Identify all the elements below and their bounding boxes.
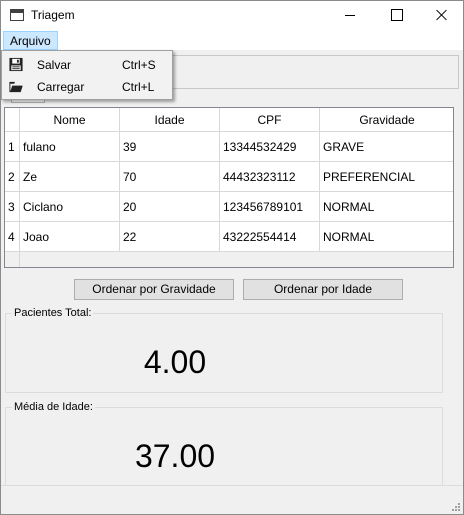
media-idade-label: Média de Idade: [12, 401, 95, 413]
row-header[interactable]: 3 [5, 192, 20, 222]
table-cell[interactable]: Joao [20, 222, 120, 252]
table-cell[interactable]: 13344532429 [220, 132, 320, 162]
save-icon [9, 57, 23, 72]
status-bar [1, 486, 463, 514]
table-cell[interactable]: 39 [120, 132, 220, 162]
row-header[interactable]: 1 [5, 132, 20, 162]
menu-item-salvar-shortcut: Ctrl+S [122, 58, 156, 72]
row-header[interactable]: 4 [5, 222, 20, 252]
table-empty-row-header [5, 252, 20, 267]
table-cell[interactable]: NORMAL [320, 192, 453, 222]
menu-item-salvar-label: Salvar [37, 58, 72, 72]
table-cell[interactable]: Ciclano [20, 192, 120, 222]
media-idade-value: 37.00 [134, 438, 216, 474]
maximize-button[interactable] [373, 1, 419, 30]
menu-bar: Arquivo [1, 30, 463, 50]
minimize-button[interactable] [327, 1, 373, 30]
table-cell[interactable]: 22 [120, 222, 220, 252]
pacientes-total-label: Pacientes Total: [12, 307, 94, 319]
sort-by-gravidade-button[interactable]: Ordenar por Gravidade [74, 279, 234, 300]
table-cell[interactable]: GRAVE [320, 132, 453, 162]
column-header-gravidade[interactable]: Gravidade [320, 108, 453, 132]
table-cell[interactable]: 43222554414 [220, 222, 320, 252]
column-header-cpf[interactable]: CPF [220, 108, 320, 132]
patients-table[interactable]: Nome Idade CPF Gravidade 1 fulano 39 133… [4, 107, 454, 268]
window-app-icon [10, 9, 24, 21]
column-header-nome[interactable]: Nome [20, 108, 120, 132]
media-idade-group: Média de Idade: 37.00 [5, 401, 443, 487]
table-cell[interactable]: Ze [20, 162, 120, 192]
column-header-idade[interactable]: Idade [120, 108, 220, 132]
table-cell[interactable]: 123456789101 [220, 192, 320, 222]
title-bar: Triagem [1, 1, 463, 30]
window-title: Triagem [31, 8, 75, 22]
main-window: Triagem Arquivo Salvar Ctrl+S Carregar C… [0, 0, 464, 515]
table-cell[interactable]: 70 [120, 162, 220, 192]
resize-grip-icon[interactable] [450, 501, 460, 511]
menu-item-carregar[interactable]: Carregar Ctrl+L [2, 76, 172, 98]
sort-by-idade-button[interactable]: Ordenar por Idade [243, 279, 403, 300]
table-cell[interactable]: 44432323112 [220, 162, 320, 192]
folder-icon [9, 81, 23, 93]
menu-item-salvar[interactable]: Salvar Ctrl+S [2, 54, 172, 76]
table-cell[interactable]: PREFERENCIAL [320, 162, 453, 192]
arquivo-dropdown: Salvar Ctrl+S Carregar Ctrl+L [1, 50, 173, 100]
pacientes-total-value: 4.00 [143, 344, 207, 380]
menu-item-carregar-shortcut: Ctrl+L [122, 80, 155, 94]
table-cell[interactable]: NORMAL [320, 222, 453, 252]
close-button[interactable] [419, 1, 464, 30]
table-cell[interactable]: fulano [20, 132, 120, 162]
table-corner[interactable] [5, 108, 20, 132]
menu-item-carregar-label: Carregar [37, 80, 85, 94]
row-header[interactable]: 2 [5, 162, 20, 192]
menu-arquivo[interactable]: Arquivo [3, 31, 58, 50]
table-cell[interactable]: 20 [120, 192, 220, 222]
table-empty-area [5, 252, 453, 267]
pacientes-total-group: Pacientes Total: 4.00 [5, 307, 443, 393]
